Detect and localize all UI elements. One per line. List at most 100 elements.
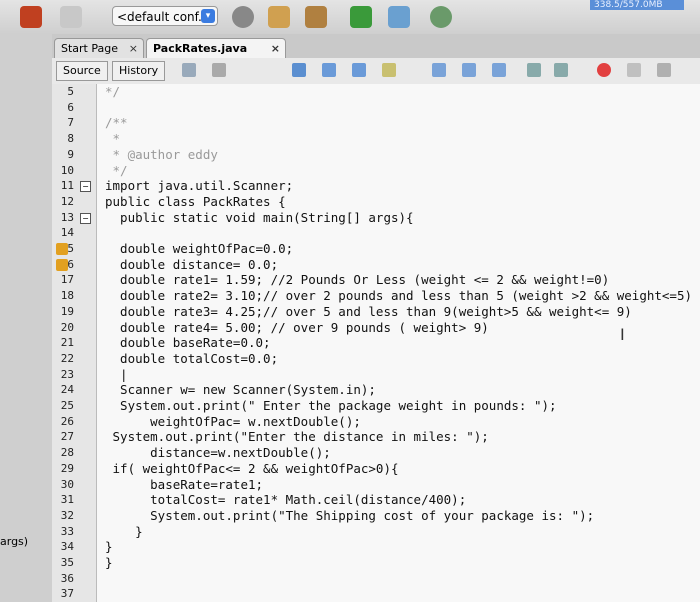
- bookmark-icon[interactable]: [432, 63, 446, 77]
- profile-icon[interactable]: [430, 6, 452, 28]
- code-line[interactable]: distance=w.nextDouble();: [105, 445, 331, 461]
- code-line[interactable]: if( weightOfPac<= 2 && weightOfPac>0){: [105, 461, 399, 477]
- line-number: 17: [60, 273, 74, 287]
- code-line[interactable]: /**: [105, 115, 128, 131]
- tab-packrates-java[interactable]: PackRates.java ×: [146, 38, 286, 58]
- line-number: 24: [60, 383, 74, 397]
- fold-toggle-icon[interactable]: −: [80, 212, 91, 224]
- code-line[interactable]: Scanner w= new Scanner(System.in);: [105, 382, 376, 398]
- line-number: 30: [60, 477, 74, 491]
- undo-icon[interactable]: [20, 6, 42, 28]
- previous-bookmark-icon[interactable]: [462, 63, 476, 77]
- line-number: 19: [60, 304, 74, 318]
- comment-icon[interactable]: [657, 63, 671, 77]
- code-line[interactable]: double baseRate=0.0;: [105, 335, 271, 351]
- line-number: 31: [60, 493, 74, 507]
- back-icon[interactable]: [212, 63, 226, 77]
- code-line[interactable]: System.out.print("Enter the distance in …: [105, 429, 489, 445]
- line-number: 9: [67, 147, 74, 161]
- code-line[interactable]: double rate2= 3.10;// over 2 pounds and …: [105, 288, 692, 304]
- record-macro-icon[interactable]: [627, 63, 641, 77]
- shift-left-icon[interactable]: [527, 63, 541, 77]
- clean-build-icon[interactable]: [305, 6, 327, 28]
- line-number: 36: [60, 571, 74, 585]
- line-number: 11: [60, 179, 74, 193]
- line-number: 7: [67, 116, 74, 130]
- line-number: 6: [67, 100, 74, 114]
- editor-toolbar: Source History: [52, 58, 700, 85]
- code-line[interactable]: import java.util.Scanner;: [105, 178, 293, 194]
- tab-start-page[interactable]: Start Page ×: [54, 38, 144, 58]
- search-icon[interactable]: [292, 63, 306, 77]
- line-number: 34: [60, 540, 74, 554]
- line-number: 23: [60, 367, 74, 381]
- warning-icon[interactable]: [56, 243, 68, 255]
- line-number-gutter: 567891011−1213−1415161718192021222324252…: [52, 84, 97, 602]
- redo-icon[interactable]: [60, 6, 82, 28]
- text-cursor-icon: I: [620, 325, 625, 344]
- code-line[interactable]: */: [105, 84, 120, 100]
- code-line[interactable]: double rate4= 5.00; // over 9 pounds ( w…: [105, 320, 489, 336]
- shift-right-icon[interactable]: [554, 63, 568, 77]
- code-line[interactable]: public static void main(String[] args){: [105, 210, 414, 226]
- code-line[interactable]: double distance= 0.0;: [105, 257, 278, 273]
- code-line[interactable]: *: [105, 131, 121, 147]
- debug-icon[interactable]: [388, 6, 410, 28]
- code-line[interactable]: totalCost= rate1* Math.ceil(distance/400…: [105, 492, 466, 508]
- code-line[interactable]: double weightOfPac=0.0;: [105, 241, 293, 257]
- line-number: 26: [60, 414, 74, 428]
- line-number: 13: [60, 210, 74, 224]
- build-icon[interactable]: [232, 6, 254, 28]
- close-icon[interactable]: ×: [129, 39, 138, 59]
- line-number: 32: [60, 508, 74, 522]
- line-number: 10: [60, 163, 74, 177]
- code-line[interactable]: }: [105, 524, 143, 540]
- line-number: 27: [60, 430, 74, 444]
- code-line[interactable]: public class PackRates {: [105, 194, 286, 210]
- find-next-icon[interactable]: [352, 63, 366, 77]
- code-line[interactable]: */: [105, 163, 128, 179]
- code-line[interactable]: * @author eddy: [105, 147, 218, 163]
- line-number: 21: [60, 336, 74, 350]
- memory-indicator[interactable]: 338.5/557.0MB: [590, 0, 684, 10]
- line-number: 14: [60, 226, 74, 240]
- code-editor[interactable]: *//** * * @author eddy */import java.uti…: [97, 84, 700, 602]
- code-line[interactable]: }: [105, 539, 113, 555]
- last-edit-icon[interactable]: [182, 63, 196, 77]
- tab-label: Start Page: [61, 42, 118, 55]
- close-icon[interactable]: ×: [271, 39, 280, 59]
- next-bookmark-icon[interactable]: [492, 63, 506, 77]
- code-line[interactable]: |: [105, 367, 128, 383]
- code-line[interactable]: double rate1= 1.59; //2 Pounds Or Less (…: [105, 272, 609, 288]
- stop-macro-icon[interactable]: [597, 63, 611, 77]
- line-number: 22: [60, 351, 74, 365]
- left-panel: args): [0, 34, 53, 602]
- fold-toggle-icon[interactable]: −: [80, 181, 91, 193]
- code-line[interactable]: double totalCost=0.0;: [105, 351, 278, 367]
- code-line[interactable]: baseRate=rate1;: [105, 477, 263, 493]
- configuration-dropdown[interactable]: <default conf... ▾: [112, 6, 218, 26]
- find-previous-icon[interactable]: [322, 63, 336, 77]
- hammer-icon[interactable]: [268, 6, 290, 28]
- code-line[interactable]: System.out.print(" Enter the package wei…: [105, 398, 557, 414]
- warning-icon[interactable]: [56, 258, 68, 271]
- line-number: 18: [60, 289, 74, 303]
- configuration-label: <default conf...: [117, 10, 210, 24]
- toggle-highlight-icon[interactable]: [382, 63, 396, 77]
- editor-tabs: Start Page × PackRates.java ×: [52, 34, 700, 59]
- code-line[interactable]: System.out.print("The Shipping cost of y…: [105, 508, 594, 524]
- line-number: 5: [67, 85, 74, 98]
- source-button[interactable]: Source: [56, 61, 108, 81]
- history-button[interactable]: History: [112, 61, 166, 81]
- line-number: 33: [60, 524, 74, 538]
- run-icon[interactable]: [350, 6, 372, 28]
- line-number: 25: [60, 399, 74, 412]
- line-number: 20: [60, 320, 74, 334]
- code-line[interactable]: weightOfPac= w.nextDouble();: [105, 414, 361, 430]
- chevron-down-icon: ▾: [201, 9, 215, 23]
- args-label: args): [0, 535, 29, 548]
- code-line[interactable]: double rate3= 4.25;// over 5 and less th…: [105, 304, 632, 320]
- tab-label: PackRates.java: [153, 42, 248, 55]
- line-number: 8: [67, 132, 74, 146]
- code-line[interactable]: }: [105, 555, 113, 571]
